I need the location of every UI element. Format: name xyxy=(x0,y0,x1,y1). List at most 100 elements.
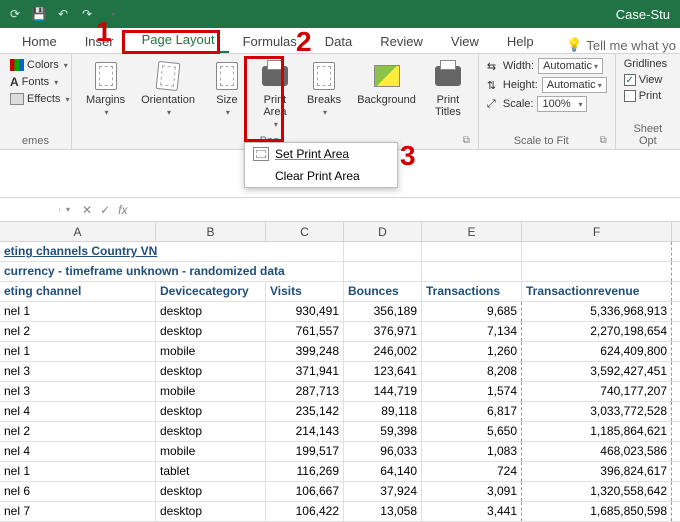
name-box[interactable] xyxy=(0,208,60,212)
cell-bounces[interactable]: 89,118 xyxy=(344,402,422,421)
col-heading[interactable]: Devicecategory xyxy=(156,282,266,301)
redo-icon[interactable]: ↷ xyxy=(78,5,96,23)
cell-bounces[interactable]: 246,002 xyxy=(344,342,422,361)
cell-bounces[interactable]: 96,033 xyxy=(344,442,422,461)
cell-transactions[interactable]: 9,685 xyxy=(422,302,522,321)
col-heading[interactable]: eting channel xyxy=(0,282,156,301)
menu-clear-print-area[interactable]: Clear Print Area xyxy=(245,165,397,187)
cell-revenue[interactable]: 3,592,427,451 xyxy=(522,362,672,381)
cell-revenue[interactable]: 1,320,558,642 xyxy=(522,482,672,501)
cell-device[interactable]: mobile xyxy=(156,342,266,361)
menu-set-print-area[interactable]: Set Print Area xyxy=(245,143,397,165)
cell-bounces[interactable]: 64,140 xyxy=(344,462,422,481)
cell-bounces[interactable]: 123,641 xyxy=(344,362,422,381)
col-header[interactable]: C xyxy=(266,222,344,241)
cell-device[interactable]: desktop xyxy=(156,422,266,441)
cell-visits[interactable]: 761,557 xyxy=(266,322,344,341)
cell-device[interactable]: desktop xyxy=(156,302,266,321)
tab-help[interactable]: Help xyxy=(493,29,548,53)
cell-device[interactable]: desktop xyxy=(156,362,266,381)
orientation-button[interactable]: Orientation▾ xyxy=(135,58,201,120)
size-button[interactable]: Size▾ xyxy=(205,58,249,120)
col-header[interactable]: D xyxy=(344,222,422,241)
cell-device[interactable]: desktop xyxy=(156,402,266,421)
cell-revenue[interactable]: 2,270,198,654 xyxy=(522,322,672,341)
cell-transactions[interactable]: 1,260 xyxy=(422,342,522,361)
name-box-dropdown-icon[interactable]: ▾ xyxy=(62,205,74,214)
cell-channel[interactable]: nel 6 xyxy=(0,482,156,501)
col-header[interactable]: B xyxy=(156,222,266,241)
cell-transactions[interactable]: 3,441 xyxy=(422,502,522,521)
cell-transactions[interactable]: 3,091 xyxy=(422,482,522,501)
background-button[interactable]: Background xyxy=(351,58,422,108)
cell-transactions[interactable]: 1,574 xyxy=(422,382,522,401)
cell-bounces[interactable]: 37,924 xyxy=(344,482,422,501)
cell-channel[interactable]: nel 1 xyxy=(0,462,156,481)
cell-bounces[interactable]: 356,189 xyxy=(344,302,422,321)
cell-visits[interactable]: 235,142 xyxy=(266,402,344,421)
sheet-subtitle[interactable]: currency - timeframe unknown - randomize… xyxy=(0,262,344,281)
width-combo[interactable]: Automatic▾ xyxy=(538,58,603,74)
height-combo[interactable]: Automatic▾ xyxy=(542,77,607,93)
sheet-title[interactable]: eting channels Country VN xyxy=(0,242,344,261)
tab-insert[interactable]: Inser xyxy=(71,29,128,53)
gridlines-view-checkbox[interactable]: ✓View xyxy=(624,74,667,86)
cell-visits[interactable]: 371,941 xyxy=(266,362,344,381)
cell-device[interactable]: desktop xyxy=(156,482,266,501)
cell-channel[interactable]: nel 2 xyxy=(0,422,156,441)
col-heading[interactable]: Transactions xyxy=(422,282,522,301)
cell-transactions[interactable]: 6,817 xyxy=(422,402,522,421)
cell-channel[interactable]: nel 1 xyxy=(0,342,156,361)
margins-button[interactable]: Margins▾ xyxy=(80,58,131,120)
tab-data[interactable]: Data xyxy=(311,29,366,53)
scale-launcher-icon[interactable]: ⧉ xyxy=(600,135,607,146)
cell-transactions[interactable]: 724 xyxy=(422,462,522,481)
cell-revenue[interactable]: 624,409,800 xyxy=(522,342,672,361)
fx-icon[interactable]: fx xyxy=(118,203,127,217)
cell-visits[interactable]: 106,667 xyxy=(266,482,344,501)
colors-button[interactable]: Colors▾ xyxy=(8,58,71,72)
effects-button[interactable]: Effects▾ xyxy=(8,92,71,106)
cell-bounces[interactable]: 13,058 xyxy=(344,502,422,521)
page-setup-launcher-icon[interactable]: ⧉ xyxy=(463,135,470,146)
col-heading[interactable]: Bounces xyxy=(344,282,422,301)
tab-view[interactable]: View xyxy=(437,29,493,53)
cell-bounces[interactable]: 59,398 xyxy=(344,422,422,441)
cell-visits[interactable]: 106,422 xyxy=(266,502,344,521)
qat-dropdown-icon[interactable]: ▾ xyxy=(104,5,122,23)
tab-home[interactable]: Home xyxy=(8,29,71,53)
cell-channel[interactable]: nel 4 xyxy=(0,402,156,421)
scale-spinner[interactable]: 100%▾ xyxy=(537,96,587,112)
col-header[interactable]: A xyxy=(0,222,156,241)
fonts-button[interactable]: AFonts▾ xyxy=(8,74,71,90)
cell-visits[interactable]: 214,143 xyxy=(266,422,344,441)
cell-transactions[interactable]: 8,208 xyxy=(422,362,522,381)
cell-transactions[interactable]: 7,134 xyxy=(422,322,522,341)
cell-visits[interactable]: 287,713 xyxy=(266,382,344,401)
col-header[interactable]: E xyxy=(422,222,522,241)
autosave-icon[interactable]: ⟳ xyxy=(6,5,24,23)
cell-revenue[interactable]: 5,336,968,913 xyxy=(522,302,672,321)
cell-revenue[interactable]: 1,685,850,598 xyxy=(522,502,672,521)
tab-page-layout[interactable]: Page Layout xyxy=(128,27,229,53)
cell-visits[interactable]: 199,517 xyxy=(266,442,344,461)
cell-device[interactable]: tablet xyxy=(156,462,266,481)
col-header[interactable]: F xyxy=(522,222,672,241)
print-area-button[interactable]: Print Area▾ xyxy=(253,58,297,132)
cell-device[interactable]: desktop xyxy=(156,322,266,341)
cell-device[interactable]: desktop xyxy=(156,502,266,521)
cell-device[interactable]: mobile xyxy=(156,382,266,401)
cell-device[interactable]: mobile xyxy=(156,442,266,461)
cell-visits[interactable]: 930,491 xyxy=(266,302,344,321)
cell-channel[interactable]: nel 1 xyxy=(0,302,156,321)
enter-icon[interactable]: ✓ xyxy=(100,203,110,217)
cell-channel[interactable]: nel 2 xyxy=(0,322,156,341)
cell-transactions[interactable]: 5,650 xyxy=(422,422,522,441)
tab-review[interactable]: Review xyxy=(366,29,437,53)
cell-revenue[interactable]: 468,023,586 xyxy=(522,442,672,461)
print-titles-button[interactable]: Print Titles xyxy=(426,58,470,120)
cell-revenue[interactable]: 3,033,772,528 xyxy=(522,402,672,421)
breaks-button[interactable]: Breaks▾ xyxy=(301,58,347,120)
cell-transactions[interactable]: 1,083 xyxy=(422,442,522,461)
cell-bounces[interactable]: 376,971 xyxy=(344,322,422,341)
